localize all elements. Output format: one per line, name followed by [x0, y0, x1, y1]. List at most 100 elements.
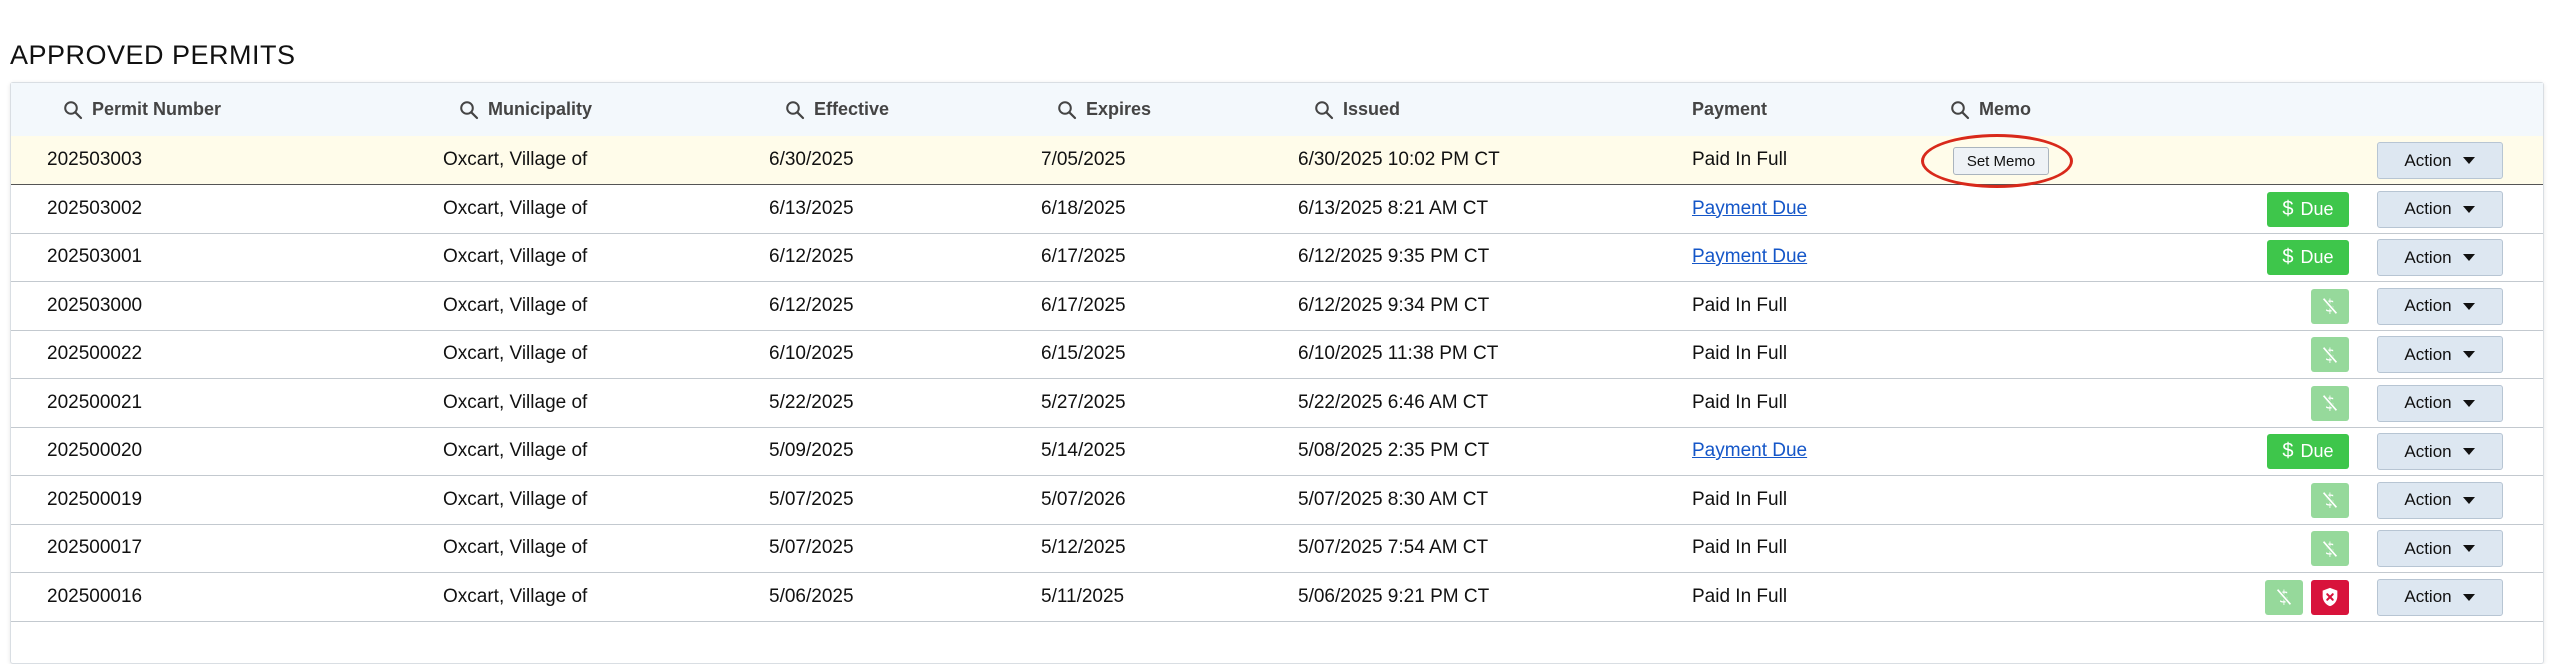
- cell-permit-number: 202503003: [47, 149, 143, 170]
- action-label: Action: [2404, 393, 2452, 412]
- column-header-label: Issued: [1343, 99, 1401, 119]
- search-icon[interactable]: [63, 100, 83, 120]
- chevron-down-icon: [2452, 593, 2476, 602]
- cell-expires: 5/14/2025: [1041, 440, 1126, 461]
- cell-permit-number: 202503002: [47, 197, 143, 219]
- table-row[interactable]: 202503003 Oxcart, Village of 6/30/2025 7/05…: [11, 134, 2543, 188]
- chevron-down-icon: [2452, 544, 2476, 553]
- column-header-memo[interactable]: Memo: [1950, 83, 2031, 136]
- table-row[interactable]: 202500020 Oxcart, Village of 5/09/2025 5/14…: [11, 427, 2543, 476]
- cell-payment: Paid In Full: [1692, 343, 1788, 364]
- chevron-down-icon: [2452, 399, 2476, 408]
- action-dropdown-button[interactable]: Action: [2377, 336, 2503, 373]
- payment-due-link[interactable]: Payment Due: [1692, 246, 1807, 268]
- cell-municipality: Oxcart, Village of: [443, 149, 588, 170]
- cell-municipality: Oxcart, Village of: [443, 585, 588, 607]
- action-dropdown-button[interactable]: Action: [2377, 530, 2503, 567]
- action-dropdown-button[interactable]: Action: [2377, 384, 2503, 422]
- cell-permit-number: 202500016: [47, 585, 143, 607]
- cell-effective: 5/06/2025: [769, 585, 854, 607]
- cell-permit-number: 202500020: [47, 440, 143, 461]
- cell-municipality: Oxcart, Village of: [443, 488, 588, 510]
- paid-dollar-icon: $: [2265, 579, 2303, 615]
- cell-issued: 6/13/2025 8:21 AM CT: [1298, 197, 1489, 219]
- cell-expires: 6/15/2025: [1041, 343, 1126, 364]
- cell-payment: Paid In Full: [1692, 488, 1788, 510]
- table-row[interactable]: 202500019 Oxcart, Village of 5/07/2025 5/07…: [11, 476, 2543, 525]
- cell-effective: 5/09/2025: [769, 440, 854, 461]
- cell-effective: 5/07/2025: [769, 488, 854, 510]
- search-icon[interactable]: [1950, 100, 1970, 120]
- column-header-effective[interactable]: Effective: [785, 83, 889, 136]
- cell-permit-number: 202500022: [47, 343, 143, 364]
- cell-payment: Payment Due: [1692, 427, 1807, 475]
- cell-issued: 5/22/2025 6:46 AM CT: [1298, 391, 1489, 413]
- dollar-icon: $: [2282, 440, 2294, 462]
- cell-payment: Paid In Full: [1692, 391, 1788, 413]
- action-dropdown-button[interactable]: Action: [2377, 287, 2503, 325]
- payment-due-link[interactable]: Payment Due: [1692, 440, 1807, 462]
- search-icon[interactable]: [1057, 100, 1077, 120]
- cell-expires: 6/17/2025: [1041, 246, 1126, 267]
- cell-permit-number: 202503000: [47, 294, 143, 316]
- search-icon[interactable]: [785, 100, 805, 120]
- column-header-municipality[interactable]: Municipality: [459, 83, 592, 136]
- table-row[interactable]: 202500022 Oxcart, Village of 6/10/2025 6/15…: [11, 330, 2543, 379]
- cell-expires: 6/17/2025: [1041, 294, 1126, 316]
- pay-due-button[interactable]: $ Due: [2267, 191, 2349, 227]
- column-header-permit-number[interactable]: Permit Number: [63, 83, 221, 136]
- paid-dollar-icon: $: [2311, 531, 2349, 566]
- cell-municipality: Oxcart, Village of: [443, 391, 588, 413]
- chevron-down-icon: [2452, 302, 2476, 311]
- cell-municipality: Oxcart, Village of: [443, 197, 588, 219]
- cell-expires: 5/27/2025: [1041, 391, 1126, 413]
- table-row[interactable]: 202503000 Oxcart, Village of 6/12/2025 6/17…: [11, 282, 2543, 331]
- set-memo-button[interactable]: Set Memo: [1953, 147, 2049, 175]
- cell-payment: Payment Due: [1692, 185, 1807, 233]
- paid-dollar-icon: $: [2311, 288, 2349, 324]
- table-row[interactable]: 202500017 Oxcart, Village of 5/07/2025 5/12…: [11, 524, 2543, 573]
- column-header-label: Effective: [814, 99, 890, 119]
- search-icon[interactable]: [459, 100, 479, 120]
- table-row[interactable]: 202503001 Oxcart, Village of 6/12/2025 6/17…: [11, 233, 2543, 282]
- action-dropdown-button[interactable]: Action: [2377, 578, 2503, 616]
- cell-issued: 5/07/2025 7:54 AM CT: [1298, 537, 1489, 558]
- cell-permit-number: 202500019: [47, 488, 143, 510]
- cell-issued: 6/30/2025 10:02 PM CT: [1298, 149, 1500, 170]
- column-header-payment[interactable]: Payment: [1692, 83, 1767, 136]
- cell-payment: Paid In Full: [1692, 149, 1788, 170]
- due-label: Due: [2300, 441, 2334, 461]
- table-row[interactable]: 202503002 Oxcart, Village of 6/13/2025 6/18…: [11, 185, 2543, 234]
- action-dropdown-button[interactable]: Action: [2377, 190, 2503, 228]
- cell-payment: Paid In Full: [1692, 537, 1788, 558]
- cell-expires: 5/12/2025: [1041, 537, 1126, 558]
- action-dropdown-button[interactable]: Action: [2377, 239, 2503, 276]
- pay-due-button[interactable]: $ Due: [2267, 434, 2349, 469]
- table-row[interactable]: 202500021 Oxcart, Village of 5/22/2025 5/27…: [11, 379, 2543, 428]
- chevron-down-icon: [2452, 205, 2476, 214]
- cell-municipality: Oxcart, Village of: [443, 440, 588, 461]
- shield-icon[interactable]: [2311, 579, 2349, 615]
- cell-effective: 5/07/2025: [769, 537, 854, 558]
- action-dropdown-button[interactable]: Action: [2377, 433, 2503, 470]
- column-header-label: Municipality: [488, 99, 593, 119]
- chevron-down-icon: [2452, 350, 2476, 359]
- column-header-label: Permit Number: [92, 99, 222, 119]
- cell-payment: Payment Due: [1692, 233, 1807, 281]
- column-header-label: Expires: [1086, 99, 1152, 119]
- cell-expires: 5/07/2026: [1041, 488, 1126, 510]
- column-header-issued[interactable]: Issued: [1314, 83, 1400, 136]
- payment-due-link[interactable]: Payment Due: [1692, 198, 1807, 220]
- action-dropdown-button[interactable]: Action: [2377, 142, 2503, 179]
- table-row[interactable]: 202500016 Oxcart, Village of 5/06/2025 5/11…: [11, 573, 2543, 622]
- action-label: Action: [2404, 296, 2452, 315]
- cell-municipality: Oxcart, Village of: [443, 537, 588, 558]
- action-dropdown-button[interactable]: Action: [2377, 481, 2503, 519]
- search-icon[interactable]: [1314, 100, 1334, 120]
- column-header-expires[interactable]: Expires: [1057, 83, 1151, 136]
- cell-issued: 5/07/2025 8:30 AM CT: [1298, 488, 1489, 510]
- paid-dollar-icon: $: [2311, 482, 2349, 518]
- pay-due-button[interactable]: $ Due: [2267, 240, 2349, 275]
- cell-issued: 6/12/2025 9:35 PM CT: [1298, 246, 1490, 267]
- action-label: Action: [2404, 587, 2452, 606]
